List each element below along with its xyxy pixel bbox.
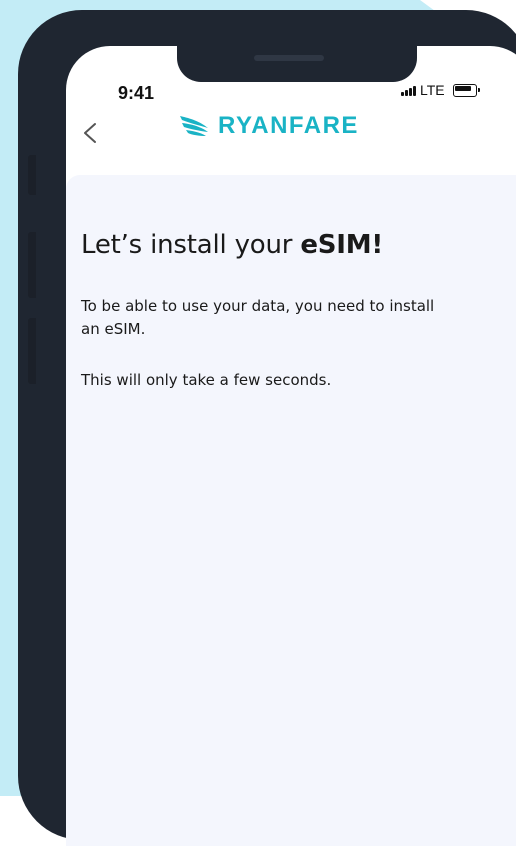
- back-button[interactable]: [80, 118, 100, 148]
- phone-frame: 9:41 LTE RYANFARE Let’s install your eSI…: [18, 10, 516, 846]
- brand-logo: RYANFARE: [178, 108, 359, 144]
- phone-notch: [177, 44, 417, 82]
- wing-logo-icon: [180, 116, 208, 136]
- battery-icon: [452, 83, 480, 97]
- network-label: LTE: [420, 82, 445, 98]
- status-indicators: LTE: [401, 82, 480, 98]
- signal-icon: [401, 84, 416, 96]
- phone-speaker: [254, 55, 324, 61]
- intro-paragraph: To be able to use your data, you need to…: [81, 297, 435, 338]
- side-button-volume-down: [28, 318, 36, 384]
- phone-screen: 9:41 LTE RYANFARE Let’s install your eSI…: [66, 46, 516, 846]
- title-emphasis: eSIM!: [300, 230, 384, 260]
- chevron-left-icon: [84, 123, 96, 143]
- side-button-volume-up: [28, 232, 36, 298]
- side-button-mute: [28, 155, 36, 195]
- main-content: Let’s install your eSIM! To be able to u…: [66, 175, 516, 846]
- status-time: 9:41: [118, 83, 155, 103]
- title-prefix: Let’s install your: [81, 230, 301, 260]
- brand-name: RYANFARE: [218, 112, 359, 139]
- duration-paragraph: This will only take a few seconds.: [81, 371, 332, 389]
- page-title: Let’s install your eSIM!: [81, 230, 383, 260]
